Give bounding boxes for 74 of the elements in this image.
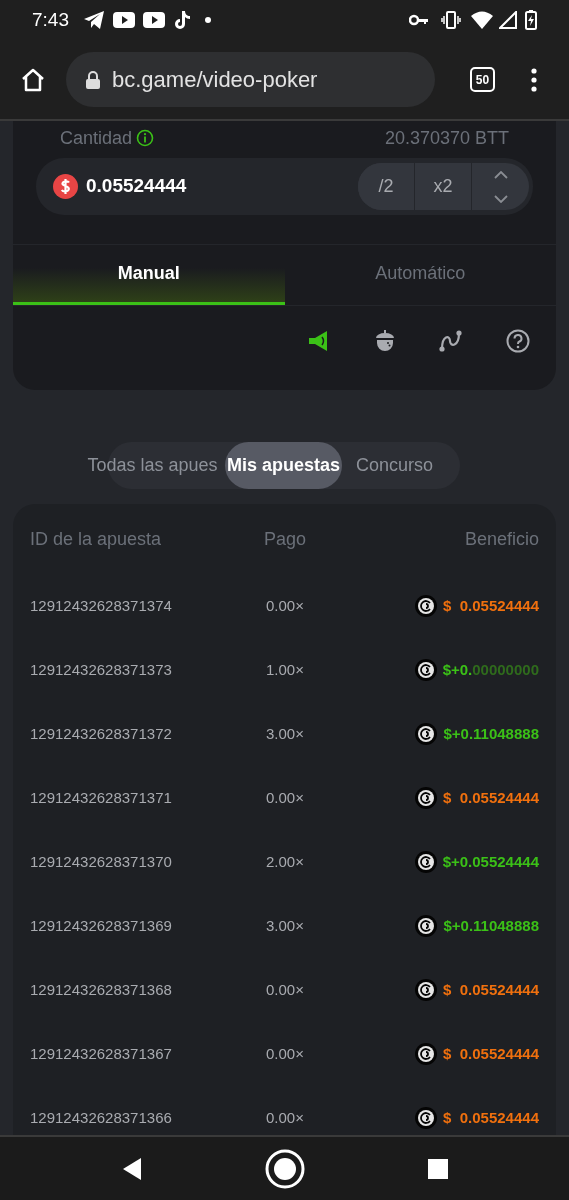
column-header: Beneficio: [463, 527, 539, 551]
profit-amount: $ 0.05524444: [443, 1043, 539, 1064]
table-cell-text: 3.00×: [265, 915, 305, 936]
play-icon: [143, 11, 165, 29]
bet-tab[interactable]: Concurso: [342, 442, 448, 489]
table-cell-text: 0.00×: [265, 979, 305, 1000]
table-cell-text: 0.00×: [265, 1107, 305, 1128]
curve-icon[interactable]: [439, 329, 463, 353]
balance-text: 20.370370 BTT: [384, 126, 509, 150]
table-cell-text: 12912432628371371: [30, 787, 173, 808]
play-icon: [113, 11, 135, 29]
lock-icon: [86, 70, 100, 89]
column-header: ID de la apuesta: [30, 527, 163, 551]
acorn-icon[interactable]: [374, 329, 396, 353]
table-cell-text: 0.00×: [265, 595, 305, 616]
profit-amount: $+0.05524444: [442, 851, 539, 872]
table-cell-text: 12912432628371368: [30, 979, 173, 1000]
coin-icon: [415, 723, 438, 745]
music-note-icon: [173, 10, 191, 30]
table-cell-text: 2.00×: [265, 851, 305, 872]
home-icon[interactable]: [20, 66, 46, 93]
bet-tab[interactable]: Mis apuestas: [225, 442, 342, 489]
signal-icon: [499, 11, 517, 29]
coin-icon: [415, 915, 438, 937]
half-button[interactable]: /2: [358, 163, 415, 210]
column-header: Pago: [262, 527, 307, 551]
amount-field[interactable]: 0.05524444 /2 x2: [36, 158, 533, 215]
profit-amount: $ 0.05524444: [443, 595, 539, 616]
vibrate-icon: [441, 11, 461, 29]
profit-amount: $ 0.05524444: [443, 787, 539, 808]
coin-icon: [415, 1043, 438, 1065]
key-icon: [409, 14, 429, 26]
home-button-icon[interactable]: [265, 1148, 306, 1189]
info-icon[interactable]: [136, 129, 155, 147]
table-cell-text: 12912432628371372: [30, 723, 173, 744]
dollar-coin-icon: [53, 174, 78, 199]
bet-tab[interactable]: Todas las apues: [82, 442, 225, 489]
wifi-icon: [471, 11, 493, 29]
url-text: bc.game/video-poker: [112, 66, 318, 94]
amount-value: 0.05524444: [86, 174, 188, 199]
profit-amount: $ 0.05524444: [443, 979, 539, 1000]
table-cell-text: 12912432628371370: [30, 851, 173, 872]
table-cell-text: 12912432628371374: [30, 595, 173, 616]
profit-amount: $ 0.05524444: [443, 1107, 539, 1128]
coin-icon: [414, 851, 437, 873]
table-cell-text: 0.00×: [265, 1043, 305, 1064]
coin-icon: [414, 659, 437, 681]
profit-amount: $+0.11048888: [443, 915, 539, 936]
coin-icon: [415, 787, 438, 809]
table-cell-text: 12912432628371366: [30, 1107, 173, 1128]
coin-icon: [415, 979, 438, 1001]
menu-icon[interactable]: [531, 67, 537, 92]
profit-amount: $+0.11048888: [443, 723, 539, 744]
table-cell-text: 12912432628371367: [30, 1043, 173, 1064]
profit-amount: $+0.00000000: [442, 659, 539, 680]
recents-icon[interactable]: [427, 1158, 448, 1179]
paper-plane-icon: [83, 10, 105, 30]
help-icon[interactable]: [506, 329, 530, 353]
table-cell-text: 3.00×: [265, 723, 305, 744]
table-cell-text: 0.00×: [265, 787, 305, 808]
address-bar[interactable]: bc.game/video-poker: [66, 52, 435, 107]
status-time: 7:43: [32, 7, 69, 32]
coin-icon: [415, 1107, 438, 1129]
mode-tab[interactable]: Automático: [284, 245, 556, 305]
tab-count-button[interactable]: 50: [470, 67, 495, 92]
up-down-arrows-icon[interactable]: [493, 170, 508, 203]
back-icon[interactable]: [121, 1156, 144, 1181]
table-cell-text: 12912432628371373: [30, 659, 173, 680]
coin-icon: [415, 595, 438, 617]
amount-label: Cantidad: [60, 126, 133, 150]
battery-icon: [525, 10, 537, 30]
table-cell-text: 12912432628371369: [30, 915, 173, 936]
dot-icon: [205, 17, 211, 23]
table-cell-text: 1.00×: [265, 659, 305, 680]
